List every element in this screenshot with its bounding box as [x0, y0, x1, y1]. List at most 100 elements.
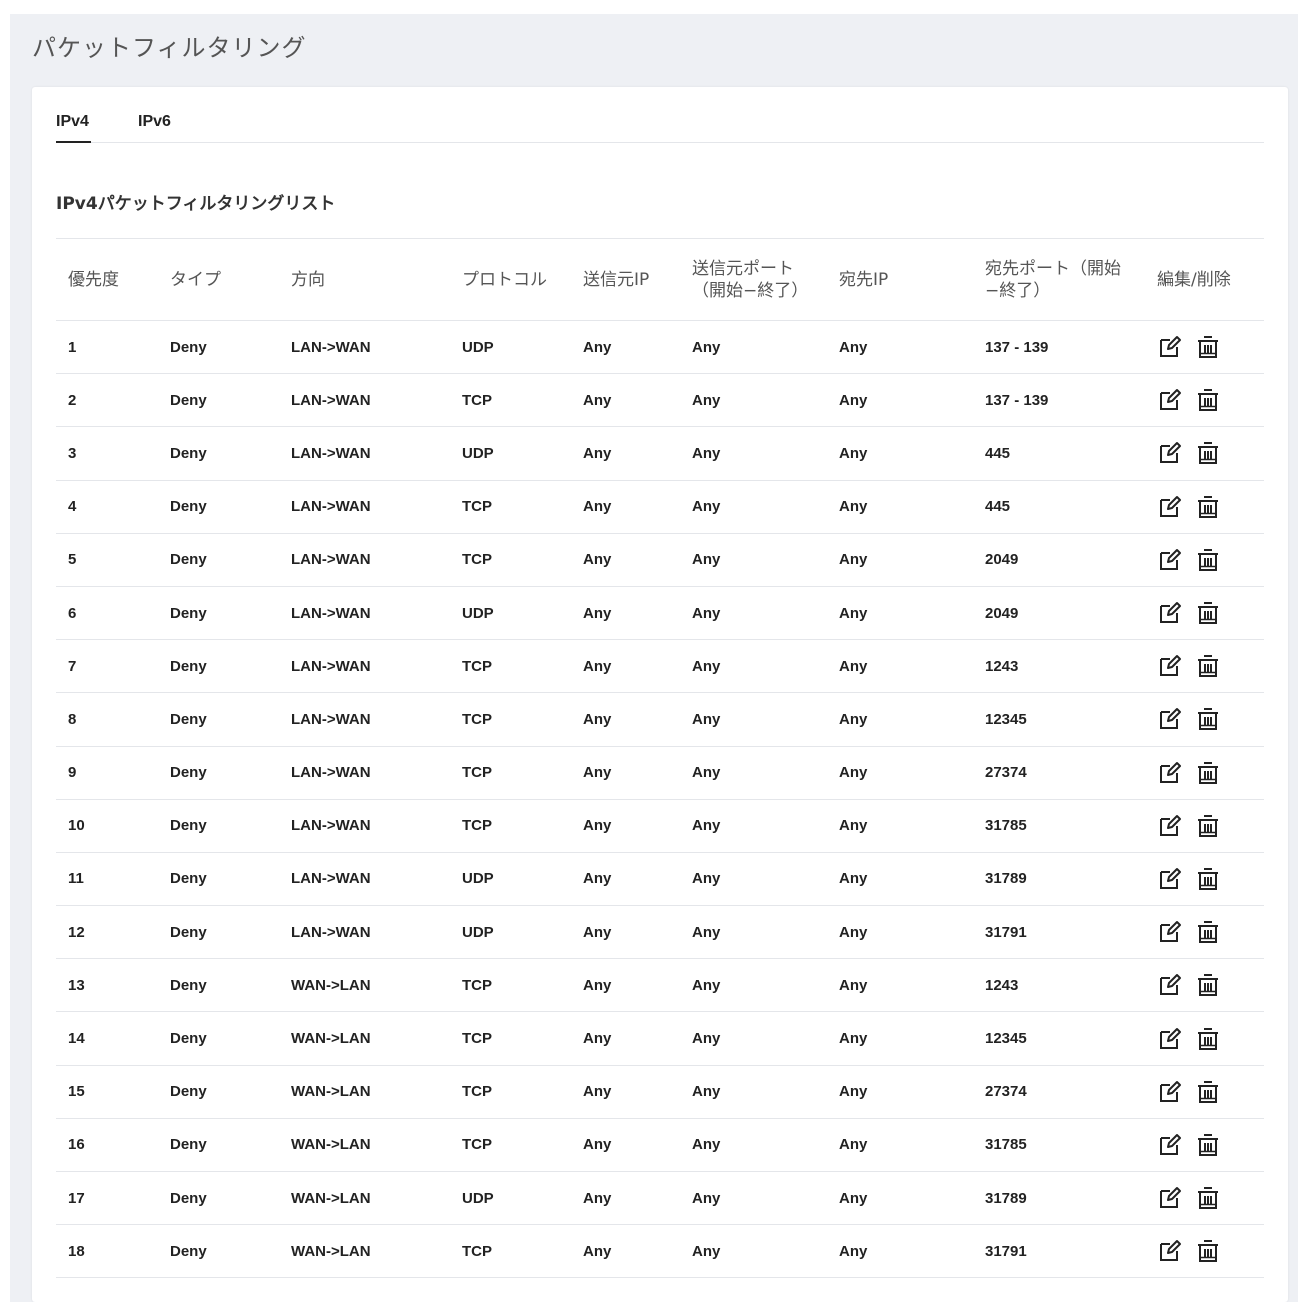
cell-actions — [1145, 639, 1264, 694]
cell-priority: 16 — [56, 1118, 158, 1173]
cell-actions — [1145, 852, 1264, 907]
row-actions — [1157, 760, 1264, 786]
col-dst-port: 宛先ポート（開始−終了） — [973, 238, 1145, 321]
cell-actions — [1145, 320, 1264, 375]
trash-icon[interactable] — [1195, 1132, 1221, 1158]
cell-type: Deny — [158, 1224, 279, 1279]
cell-dst-ip: Any — [827, 480, 973, 534]
trash-icon[interactable] — [1195, 1238, 1221, 1264]
tab-ipv4[interactable]: IPv4 — [56, 113, 91, 143]
edit-icon[interactable] — [1157, 547, 1183, 573]
row-actions — [1157, 1026, 1264, 1052]
col-type: タイプ — [158, 238, 279, 321]
cell-direction: LAN->WAN — [279, 799, 450, 853]
edit-icon[interactable] — [1157, 653, 1183, 679]
cell-priority: 17 — [56, 1171, 158, 1226]
cell-direction: WAN->LAN — [279, 958, 450, 1013]
edit-icon[interactable] — [1157, 600, 1183, 626]
cell-src-port: Any — [680, 799, 827, 853]
trash-icon[interactable] — [1195, 1079, 1221, 1105]
edit-icon[interactable] — [1157, 706, 1183, 732]
col-dst-ip: 宛先IP — [827, 238, 973, 321]
trash-icon[interactable] — [1195, 813, 1221, 839]
cell-priority: 4 — [56, 480, 158, 534]
edit-icon[interactable] — [1157, 494, 1183, 520]
cell-priority: 8 — [56, 692, 158, 747]
trash-icon[interactable] — [1195, 760, 1221, 786]
cell-actions — [1145, 586, 1264, 641]
cell-dst-ip: Any — [827, 1224, 973, 1279]
trash-icon[interactable] — [1195, 866, 1221, 892]
tab-bar: IPv4 IPv6 — [56, 109, 1264, 143]
trash-icon[interactable] — [1195, 600, 1221, 626]
cell-dst-port: 31785 — [973, 799, 1145, 853]
list-title: IPv4パケットフィルタリングリスト — [56, 194, 336, 214]
edit-icon[interactable] — [1157, 1026, 1183, 1052]
trash-icon[interactable] — [1195, 387, 1221, 413]
cell-actions — [1145, 1171, 1264, 1226]
table-row: 10 Deny LAN->WAN TCP Any Any Any 31785 — [56, 799, 1264, 853]
edit-icon[interactable] — [1157, 866, 1183, 892]
cell-dst-port: 31791 — [973, 1224, 1145, 1279]
trash-icon[interactable] — [1195, 494, 1221, 520]
cell-type: Deny — [158, 799, 279, 853]
cell-dst-port: 31785 — [973, 1118, 1145, 1173]
cell-src-port: Any — [680, 746, 827, 800]
table-row: 2 Deny LAN->WAN TCP Any Any Any 137 - 139 — [56, 373, 1264, 428]
edit-icon[interactable] — [1157, 813, 1183, 839]
row-actions — [1157, 653, 1264, 679]
cell-dst-ip: Any — [827, 639, 973, 694]
cell-dst-ip: Any — [827, 320, 973, 375]
edit-icon[interactable] — [1157, 387, 1183, 413]
table-row: 5 Deny LAN->WAN TCP Any Any Any 2049 — [56, 533, 1264, 587]
content-card: IPv4 IPv6 IPv4パケットフィルタリングリスト 優先度 タイプ 方向 … — [32, 87, 1288, 1302]
tab-ipv6[interactable]: IPv6 — [138, 113, 178, 143]
edit-icon[interactable] — [1157, 972, 1183, 998]
trash-icon[interactable] — [1195, 706, 1221, 732]
trash-icon[interactable] — [1195, 919, 1221, 945]
cell-protocol: TCP — [450, 639, 571, 694]
table-row: 16 Deny WAN->LAN TCP Any Any Any 31785 — [56, 1118, 1264, 1173]
edit-icon[interactable] — [1157, 1132, 1183, 1158]
cell-protocol: TCP — [450, 373, 571, 428]
cell-dst-port: 12345 — [973, 1011, 1145, 1066]
col-src-ip: 送信元IP — [571, 238, 680, 321]
trash-icon[interactable] — [1195, 440, 1221, 466]
cell-dst-port: 31789 — [973, 1171, 1145, 1226]
trash-icon[interactable] — [1195, 1185, 1221, 1211]
edit-icon[interactable] — [1157, 1185, 1183, 1211]
cell-actions — [1145, 373, 1264, 428]
cell-dst-ip: Any — [827, 426, 973, 481]
cell-src-ip: Any — [571, 1224, 680, 1279]
edit-icon[interactable] — [1157, 760, 1183, 786]
edit-icon[interactable] — [1157, 1238, 1183, 1264]
cell-src-port: Any — [680, 1171, 827, 1226]
edit-icon[interactable] — [1157, 334, 1183, 360]
edit-icon[interactable] — [1157, 919, 1183, 945]
cell-src-port: Any — [680, 320, 827, 375]
table-body: 1 Deny LAN->WAN UDP Any Any Any 137 - 139 2 Deny L… — [56, 320, 1264, 1279]
cell-direction: LAN->WAN — [279, 533, 450, 587]
edit-icon[interactable] — [1157, 1079, 1183, 1105]
table-row: 3 Deny LAN->WAN UDP Any Any Any 445 — [56, 426, 1264, 481]
trash-icon[interactable] — [1195, 1026, 1221, 1052]
cell-src-ip: Any — [571, 799, 680, 853]
cell-dst-ip: Any — [827, 905, 973, 960]
cell-priority: 7 — [56, 639, 158, 694]
cell-src-ip: Any — [571, 852, 680, 907]
edit-icon[interactable] — [1157, 440, 1183, 466]
cell-direction: LAN->WAN — [279, 639, 450, 694]
cell-dst-port: 137 - 139 — [973, 320, 1145, 375]
col-src-port: 送信元ポート（開始−終了） — [680, 238, 827, 321]
trash-icon[interactable] — [1195, 653, 1221, 679]
trash-icon[interactable] — [1195, 334, 1221, 360]
cell-direction: LAN->WAN — [279, 852, 450, 907]
trash-icon[interactable] — [1195, 547, 1221, 573]
cell-priority: 5 — [56, 533, 158, 587]
row-actions — [1157, 919, 1264, 945]
cell-direction: WAN->LAN — [279, 1224, 450, 1279]
trash-icon[interactable] — [1195, 972, 1221, 998]
cell-type: Deny — [158, 1171, 279, 1226]
cell-dst-ip: Any — [827, 1171, 973, 1226]
cell-protocol: UDP — [450, 426, 571, 481]
